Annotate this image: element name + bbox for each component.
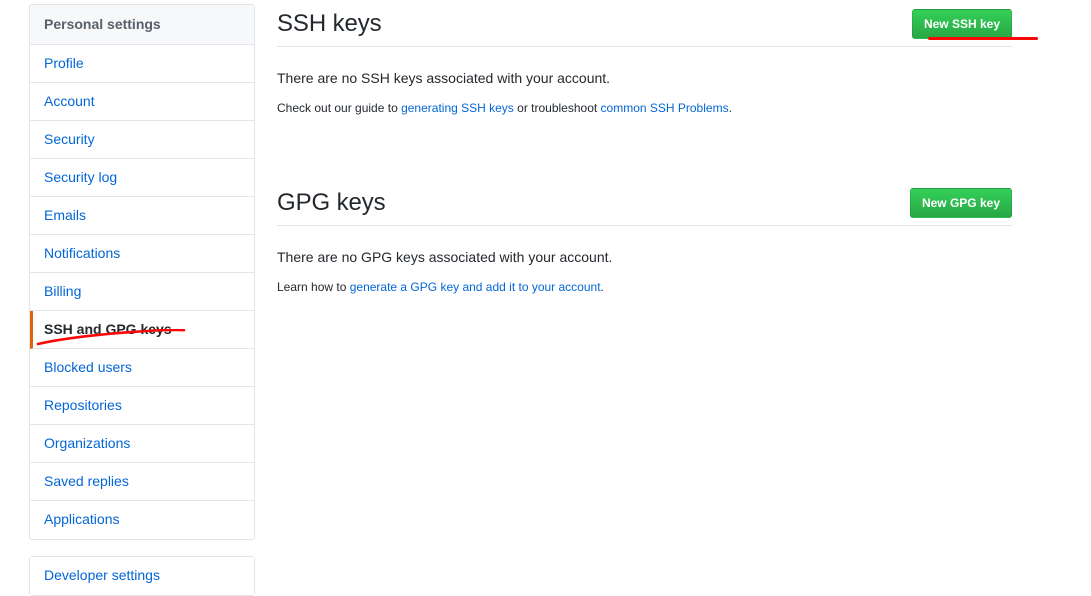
sidebar-item-security-log[interactable]: Security log <box>30 159 254 197</box>
sidebar-item-ssh-and-gpg-keys[interactable]: SSH and GPG keys <box>30 311 254 349</box>
ssh-keys-header: SSH keys New SSH key <box>277 0 1012 47</box>
settings-sidebar: Personal settings Profile Account Securi… <box>29 4 255 596</box>
gpg-keys-title: GPG keys <box>277 189 386 216</box>
sidebar-item-emails[interactable]: Emails <box>30 197 254 235</box>
sidebar-item-billing[interactable]: Billing <box>30 273 254 311</box>
sidebar-item-saved-replies[interactable]: Saved replies <box>30 463 254 501</box>
gpg-help-prefix: Learn how to <box>277 280 350 294</box>
gpg-section-divider <box>277 225 1012 226</box>
sidebar-item-account[interactable]: Account <box>30 83 254 121</box>
sidebar-item-blocked-users[interactable]: Blocked users <box>30 349 254 387</box>
developer-settings-nav: Developer settings <box>29 556 255 596</box>
ssh-empty-message: There are no SSH keys associated with yo… <box>277 70 611 86</box>
generate-gpg-key-link[interactable]: generate a GPG key and add it to your ac… <box>350 280 601 294</box>
sidebar-item-security[interactable]: Security <box>30 121 254 159</box>
ssh-help-suffix: . <box>728 101 732 115</box>
gpg-help-suffix: . <box>600 280 604 294</box>
sidebar-item-developer-settings[interactable]: Developer settings <box>30 557 254 595</box>
personal-settings-nav: Personal settings Profile Account Securi… <box>29 4 255 540</box>
gpg-help-text: Learn how to generate a GPG key and add … <box>277 268 1012 296</box>
generating-ssh-keys-link[interactable]: generating SSH keys <box>401 101 514 115</box>
settings-page: Personal settings Profile Account Securi… <box>0 0 1091 596</box>
sidebar-item-notifications[interactable]: Notifications <box>30 235 254 273</box>
ssh-help-middle: or troubleshoot <box>513 101 601 115</box>
ssh-keys-title: SSH keys <box>277 10 382 37</box>
main-content: SSH keys New SSH key There are no SSH ke… <box>277 0 1012 296</box>
ssh-keys-section: SSH keys New SSH key There are no SSH ke… <box>277 0 1012 117</box>
sidebar-item-applications[interactable]: Applications <box>30 501 254 539</box>
sidebar-item-profile[interactable]: Profile <box>30 45 254 83</box>
new-gpg-key-button[interactable]: New GPG key <box>909 188 1012 218</box>
sidebar-item-repositories[interactable]: Repositories <box>30 387 254 425</box>
gpg-keys-header: GPG keys New GPG key <box>277 179 1012 226</box>
common-ssh-problems-link[interactable]: common SSH Problems <box>601 101 729 115</box>
ssh-help-prefix: Check out our guide to <box>277 101 402 115</box>
sidebar-header: Personal settings <box>30 5 254 45</box>
gpg-keys-section: GPG keys New GPG key There are no GPG ke… <box>277 179 1012 296</box>
ssh-help-text: Check out our guide to generating SSH ke… <box>277 89 1012 117</box>
new-ssh-key-button[interactable]: New SSH key <box>911 9 1012 39</box>
gpg-empty-message: There are no GPG keys associated with yo… <box>277 249 613 265</box>
sidebar-item-organizations[interactable]: Organizations <box>30 425 254 463</box>
ssh-section-divider <box>277 46 1012 47</box>
